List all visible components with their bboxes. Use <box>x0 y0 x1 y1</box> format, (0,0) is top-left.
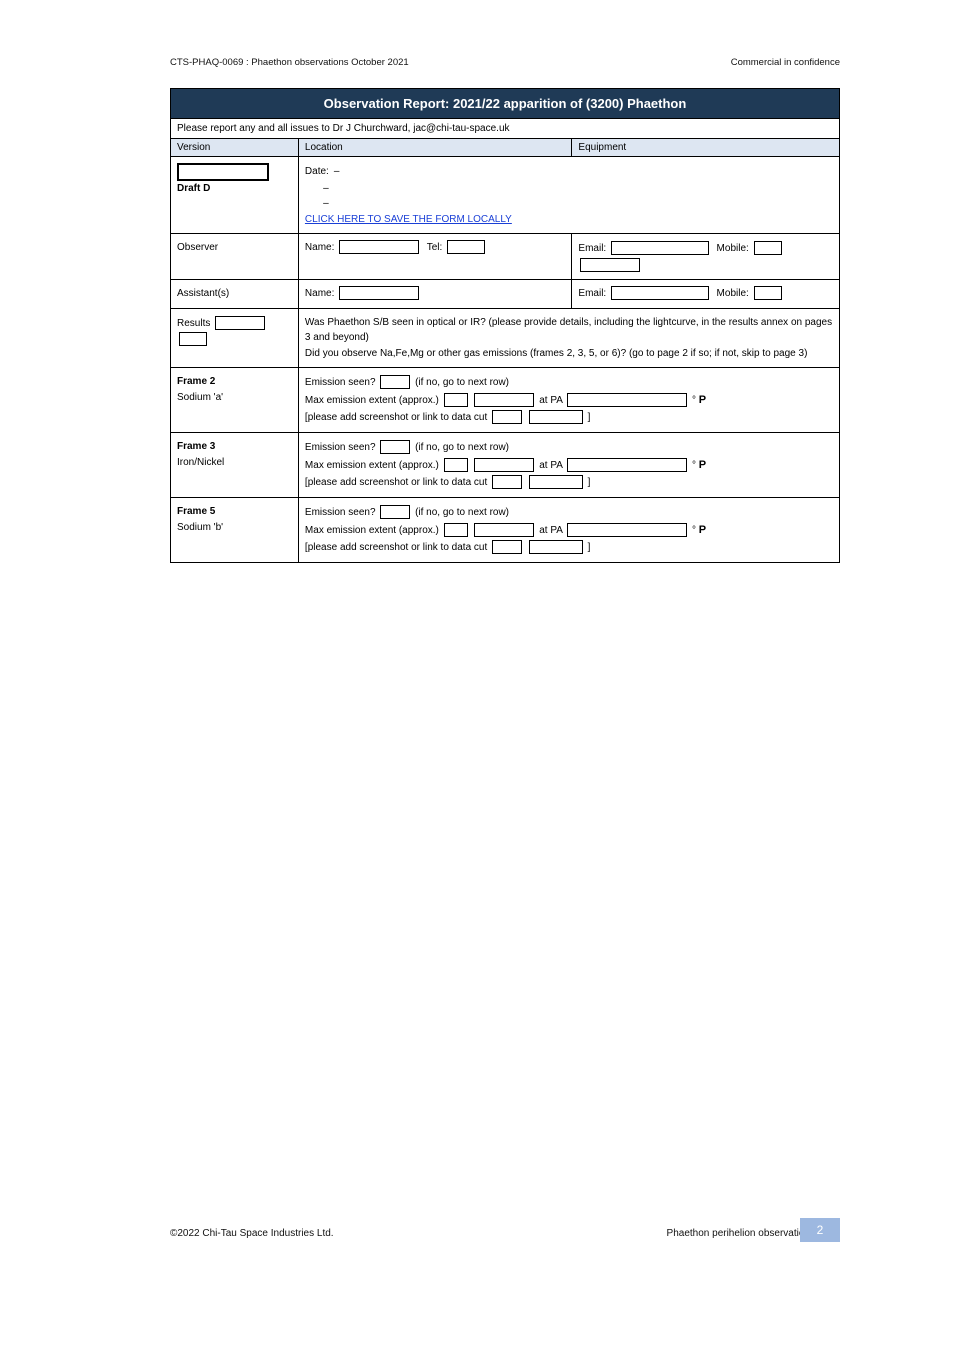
frame2-ss-input-a[interactable] <box>492 410 522 424</box>
results-gas-after: (go to page 2 if so; if not, skip to pag… <box>629 348 807 359</box>
frame5-pa-unit: ° <box>692 525 696 536</box>
frame3-row: Frame 3 Iron/Nickel Emission seen? (if n… <box>171 433 840 498</box>
assistant-mobile-label: Mobile: <box>717 288 749 299</box>
frame2-pa-label: at PA <box>539 395 565 406</box>
observer-mobile-label: Mobile: <box>717 243 749 254</box>
results-gas-q: Did you observe Na,Fe,Mg or other gas em… <box>305 348 629 359</box>
results-seen-q: Was Phaethon S/B seen in optical or IR? <box>305 317 489 328</box>
col-location: Location <box>298 139 571 157</box>
assistant-row: Assistant(s) Name: Email: Mobile: <box>171 280 840 309</box>
column-header-row: Version Location Equipment <box>171 139 840 157</box>
assistant-label: Assistant(s) <box>171 280 299 309</box>
frame3-p-marker: P <box>699 459 706 471</box>
version-label: Draft D <box>177 183 210 194</box>
frame3-pa-unit: ° <box>692 460 696 471</box>
observer-mobile-input-b[interactable] <box>580 258 640 272</box>
observation-form-table: Observation Report: 2021/22 apparition o… <box>170 88 840 563</box>
frame3-extent-input-a[interactable] <box>444 458 468 472</box>
observer-name-label: Name: <box>305 242 334 253</box>
frame5-label: Frame 5 <box>177 506 215 517</box>
observer-email-input[interactable] <box>611 241 709 255</box>
frame5-seen-input[interactable] <box>380 505 410 519</box>
frame5-ss-input-a[interactable] <box>492 540 522 554</box>
col-equipment: Equipment <box>572 139 840 157</box>
frame5-pa-label: at PA <box>539 525 565 536</box>
frame5-ss-label: [please add screenshot or link to data c… <box>305 542 490 553</box>
assistant-mobile-input[interactable] <box>754 286 782 300</box>
frame2-pa-unit: ° <box>692 395 696 406</box>
frame3-seen-label: Emission seen? <box>305 442 378 453</box>
frame2-title: Sodium 'a' <box>177 392 223 403</box>
results-row: Results Was Phaethon S/B seen in optical… <box>171 308 840 368</box>
subheader: Please report any and all issues to Dr J… <box>171 119 840 139</box>
footer-left: ©2022 Chi-Tau Space Industries Ltd. <box>170 1228 334 1239</box>
frame2-row: Frame 2 Sodium 'a' Emission seen? (if no… <box>171 368 840 433</box>
frame5-row: Frame 5 Sodium 'b' Emission seen? (if no… <box>171 498 840 563</box>
frame2-seen-after: (if no, go to next row) <box>415 377 509 388</box>
topnote-right: Commercial in confidence <box>731 57 840 68</box>
date-label: Date: <box>305 166 329 177</box>
frame2-extent-input-b[interactable] <box>474 393 534 407</box>
frame5-extent-input-b[interactable] <box>474 523 534 537</box>
frame2-extent-input-a[interactable] <box>444 393 468 407</box>
observer-tel-input[interactable] <box>447 240 485 254</box>
frame3-ss-after: ] <box>588 477 591 488</box>
frame2-extent-label: Max emission extent (approx.) <box>305 395 442 406</box>
frame5-seen-label: Emission seen? <box>305 507 378 518</box>
assistant-name-label: Name: <box>305 288 334 299</box>
observer-mobile-input-a[interactable] <box>754 241 782 255</box>
save-form-link[interactable]: CLICK HERE TO SAVE THE FORM LOCALLY <box>305 214 512 225</box>
frame2-seen-label: Emission seen? <box>305 377 378 388</box>
frame3-ss-input-a[interactable] <box>492 475 522 489</box>
frame2-p-marker: P <box>699 394 706 406</box>
frame2-ss-label: [please add screenshot or link to data c… <box>305 412 490 423</box>
frame3-pa-input[interactable] <box>567 458 687 472</box>
version-row: Draft D Date: – – – CLICK HERE TO SAVE T… <box>171 157 840 234</box>
frame3-ss-label: [please add screenshot or link to data c… <box>305 477 490 488</box>
version-select[interactable] <box>177 163 269 181</box>
frame3-seen-input[interactable] <box>380 440 410 454</box>
col-version: Version <box>171 139 299 157</box>
observer-row: Observer Name: Tel: Email: Mobile: <box>171 234 840 280</box>
frame5-pa-input[interactable] <box>567 523 687 537</box>
banner-title: Observation Report: 2021/22 apparition o… <box>171 89 840 119</box>
frame2-pa-input[interactable] <box>567 393 687 407</box>
header-note: CTS-PHAQ-0069 : Phaethon observations Oc… <box>170 57 840 68</box>
page-number-badge: 2 <box>800 1218 840 1242</box>
frame3-title: Iron/Nickel <box>177 457 224 468</box>
observer-name-input[interactable] <box>339 240 419 254</box>
frame5-ss-after: ] <box>588 542 591 553</box>
frame3-extent-input-b[interactable] <box>474 458 534 472</box>
results-input-a[interactable] <box>215 316 265 330</box>
observer-email-label: Email: <box>578 243 606 254</box>
observer-label: Observer <box>171 234 299 280</box>
frame5-p-marker: P <box>699 524 706 536</box>
frame5-seen-after: (if no, go to next row) <box>415 507 509 518</box>
assistant-email-label: Email: <box>578 288 606 299</box>
footer: ©2022 Chi-Tau Space Industries Ltd. Phae… <box>170 1228 840 1239</box>
results-input-b[interactable] <box>179 332 207 346</box>
topnote-left: CTS-PHAQ-0069 : Phaethon observations Oc… <box>170 57 409 68</box>
frame3-extent-label: Max emission extent (approx.) <box>305 460 442 471</box>
frame5-title: Sodium 'b' <box>177 522 223 533</box>
frame2-label: Frame 2 <box>177 376 215 387</box>
frame2-ss-after: ] <box>588 412 591 423</box>
assistant-name-input[interactable] <box>339 286 419 300</box>
frame5-extent-input-a[interactable] <box>444 523 468 537</box>
frame3-ss-input-b[interactable] <box>529 475 583 489</box>
frame3-seen-after: (if no, go to next row) <box>415 442 509 453</box>
observer-tel-label: Tel: <box>427 242 443 253</box>
frame5-extent-label: Max emission extent (approx.) <box>305 525 442 536</box>
frame3-label: Frame 3 <box>177 441 215 452</box>
frame2-ss-input-b[interactable] <box>529 410 583 424</box>
frame2-seen-input[interactable] <box>380 375 410 389</box>
frame3-pa-label: at PA <box>539 460 565 471</box>
results-label: Results <box>177 318 210 329</box>
assistant-email-input[interactable] <box>611 286 709 300</box>
frame5-ss-input-b[interactable] <box>529 540 583 554</box>
